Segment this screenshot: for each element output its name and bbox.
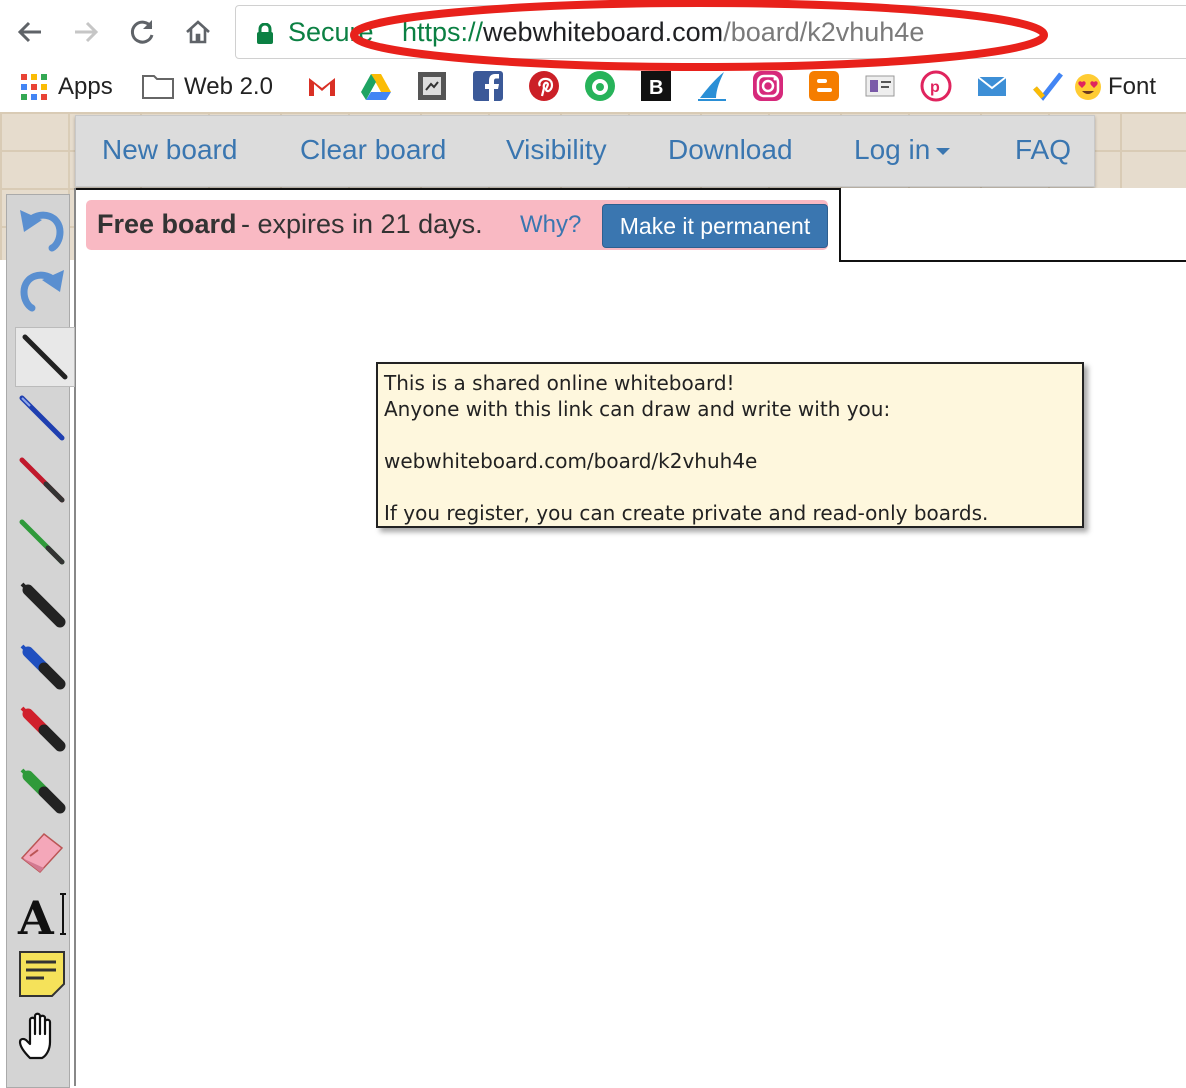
shared-board-info-popup[interactable]: This is a shared online whiteboard! Anyo… [376, 362, 1084, 528]
blogger-icon[interactable] [808, 70, 840, 102]
board-border [839, 188, 841, 262]
free-board-alert: Free board - expires in 21 days. Why? Ma… [86, 200, 828, 250]
sail-app-icon[interactable] [696, 70, 728, 102]
green-pen-icon[interactable] [13, 513, 71, 571]
info-board-link: webwhiteboard.com/board/k2vhuh4e [384, 449, 758, 473]
address-bar[interactable]: Secure https://webwhiteboard.com/board/k… [235, 5, 1186, 59]
site-menu-bar: New board Clear board Visibility Downloa… [75, 115, 1095, 187]
board-border [839, 260, 1186, 262]
gmail-icon[interactable] [306, 70, 338, 102]
board-border [75, 188, 841, 190]
svg-text:p: p [930, 79, 940, 96]
black-marker-icon[interactable] [13, 575, 71, 633]
menu-clear-board[interactable]: Clear board [300, 134, 446, 166]
menu-log-in[interactable]: Log in [854, 134, 951, 166]
instagram-icon[interactable] [752, 70, 784, 102]
svg-text:B: B [649, 77, 663, 99]
menu-visibility[interactable]: Visibility [506, 134, 607, 166]
bookmark-font-label: Font [1108, 73, 1157, 100]
chevron-down-icon [936, 148, 951, 156]
sticky-note-icon[interactable] [13, 945, 71, 1003]
undo-icon[interactable] [13, 199, 71, 257]
green-app-icon[interactable] [584, 70, 616, 102]
blue-pen-icon[interactable] [13, 389, 71, 447]
bookmark-folder-label: Web 2.0 [184, 73, 273, 100]
b-app-icon[interactable]: B [640, 70, 672, 102]
menu-faq[interactable]: FAQ [1015, 134, 1071, 166]
pinterest-icon[interactable] [528, 70, 560, 102]
clipboard-app-icon[interactable] [416, 70, 448, 102]
red-marker-icon[interactable] [13, 699, 71, 757]
browser-toolbar: Secure https://webwhiteboard.com/board/k… [0, 0, 1186, 112]
redo-icon[interactable] [13, 259, 71, 317]
whiteboard-canvas[interactable] [75, 188, 1186, 1086]
blue-marker-icon[interactable] [13, 637, 71, 695]
bookmark-font[interactable]: Font [1074, 72, 1156, 102]
menu-new-board[interactable]: New board [102, 134, 237, 166]
bookmark-apps[interactable]: Apps [20, 72, 113, 102]
menu-log-in-label: Log in [854, 134, 931, 165]
alert-text: - expires in 21 days. [241, 209, 483, 239]
checkmark-app-icon[interactable] [1032, 70, 1064, 102]
bookmark-apps-label: Apps [58, 73, 113, 100]
home-icon[interactable] [180, 14, 216, 50]
secure-label: Secure [288, 17, 374, 47]
hand-pan-icon[interactable] [13, 1007, 71, 1065]
google-drive-icon[interactable] [360, 70, 392, 102]
forward-icon[interactable] [68, 14, 104, 50]
p-app-icon[interactable]: p [920, 70, 952, 102]
alert-title: Free board [97, 209, 237, 239]
make-permanent-button[interactable]: Make it permanent [602, 204, 828, 248]
folder-icon [142, 73, 174, 101]
heart-eyes-emoji-icon [1074, 73, 1102, 101]
bookmark-folder-web20[interactable]: Web 2.0 [142, 72, 273, 102]
eraser-icon[interactable] [13, 823, 71, 881]
info-line: If you register, you can create private … [384, 501, 989, 525]
why-link[interactable]: Why? [520, 211, 581, 239]
black-pen-icon[interactable] [15, 327, 75, 387]
menu-download[interactable]: Download [668, 134, 793, 166]
facebook-icon[interactable] [472, 70, 504, 102]
back-icon[interactable] [12, 14, 48, 50]
url-text[interactable]: https://webwhiteboard.com/board/k2vhuh4e [402, 17, 924, 48]
red-pen-icon[interactable] [13, 451, 71, 509]
svg-text:A: A [17, 891, 55, 940]
text-tool-icon[interactable]: A [13, 885, 71, 943]
apps-grid-icon [20, 73, 48, 101]
mail-icon[interactable] [976, 70, 1008, 102]
board-border [74, 188, 76, 1086]
lock-icon [256, 22, 274, 50]
info-line: This is a shared online whiteboard! [384, 371, 735, 395]
info-line: Anyone with this link can draw and write… [384, 397, 891, 421]
thumbnail-app-icon[interactable] [864, 70, 896, 102]
drawing-toolbar: A [6, 194, 75, 1088]
green-marker-icon[interactable] [13, 761, 71, 819]
reload-icon[interactable] [124, 14, 160, 50]
